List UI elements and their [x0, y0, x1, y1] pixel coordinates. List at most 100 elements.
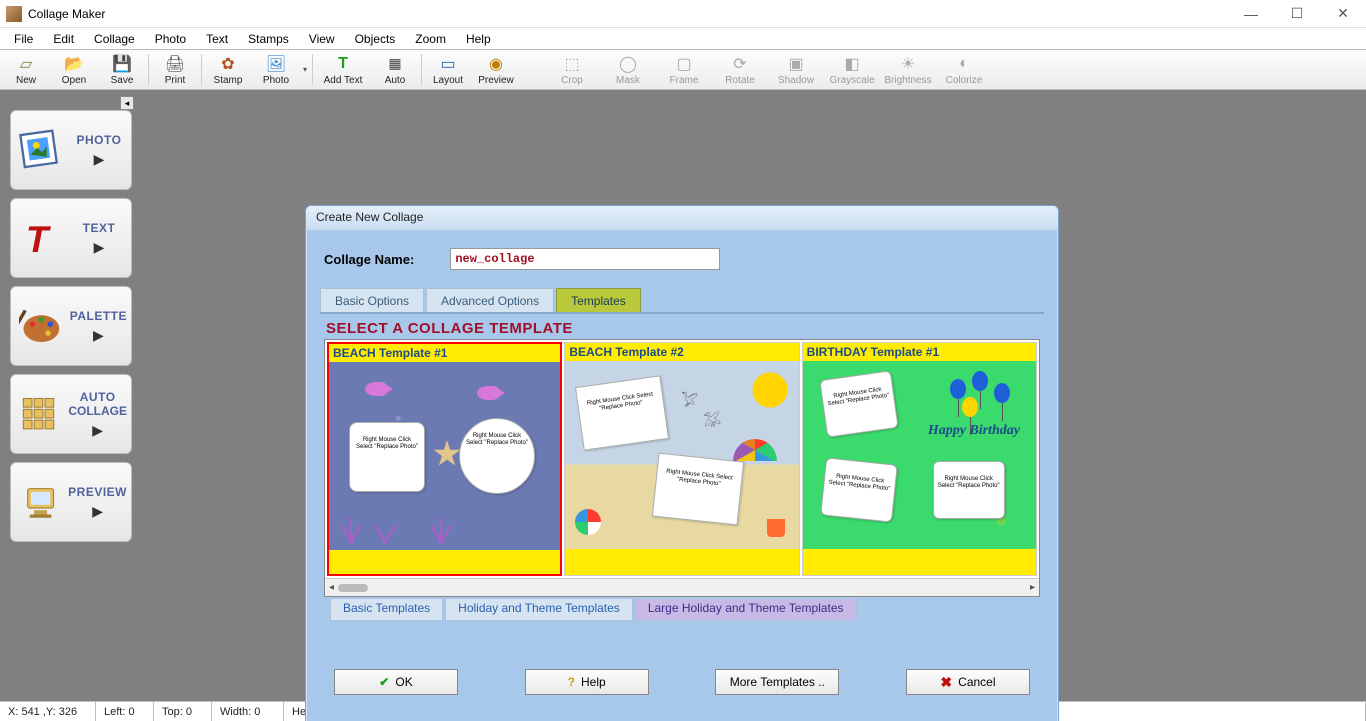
tb-crop: ⬚Crop — [544, 50, 600, 89]
app-icon — [6, 6, 22, 22]
menu-objects[interactable]: Objects — [345, 30, 406, 48]
save-icon: 💾 — [112, 54, 132, 74]
tb-rotate: ⟳Rotate — [712, 50, 768, 89]
template-birthday-1[interactable]: BIRTHDAY Template #1 Right Mouse Click S… — [802, 342, 1037, 576]
menu-file[interactable]: File — [4, 30, 43, 48]
arrow-icon: ▶ — [93, 327, 104, 344]
menu-stamps[interactable]: Stamps — [238, 30, 299, 48]
layout-icon: ▭ — [438, 54, 458, 74]
template-scrollbar[interactable]: ◂ ▸ — [325, 578, 1039, 596]
tb-stamp[interactable]: ✿Stamp — [204, 50, 252, 89]
template-beach-1[interactable]: BEACH Template #1 Right Mouse Click Sele… — [327, 342, 562, 576]
menu-text[interactable]: Text — [196, 30, 238, 48]
btab-large-holiday[interactable]: Large Holiday and Theme Templates — [635, 599, 857, 621]
section-title: SELECT A COLLAGE TEMPLATE — [326, 320, 1044, 337]
fish-icon — [365, 382, 387, 396]
close-button[interactable]: ✕ — [1320, 0, 1366, 28]
balloon-icon — [950, 379, 966, 399]
menubar: File Edit Collage Photo Text Stamps View… — [0, 28, 1366, 50]
tab-templates[interactable]: Templates — [556, 288, 641, 312]
scroll-right-icon[interactable]: ▸ — [1030, 582, 1035, 593]
frame-icon: ▢ — [674, 54, 694, 74]
photo-placeholder: Right Mouse Click Select "Replace Photo" — [652, 453, 744, 526]
menu-zoom[interactable]: Zoom — [405, 30, 456, 48]
tb-shadow: ▣Shadow — [768, 50, 824, 89]
open-icon: 📂 — [64, 54, 84, 74]
maximize-button[interactable]: ☐ — [1274, 0, 1320, 28]
workspace: ◂ PHOTO▶ T TEXT▶ PALETTE▶ — [0, 90, 1366, 701]
app-title: Collage Maker — [28, 7, 105, 21]
tb-preview[interactable]: ◉Preview — [472, 50, 520, 89]
photo-dropdown[interactable]: ▾ — [300, 50, 310, 89]
tb-open[interactable]: 📂Open — [50, 50, 98, 89]
beachball-icon — [575, 509, 601, 535]
template-beach-2[interactable]: BEACH Template #2 Right Mouse Click Sele… — [564, 342, 799, 576]
stamp-icon: ✿ — [218, 54, 238, 74]
balloon-icon — [994, 383, 1010, 403]
dialog-tabs: Basic Options Advanced Options Templates — [320, 288, 1044, 312]
tb-photo[interactable]: 🖼Photo — [252, 50, 300, 89]
tb-print[interactable]: 🖨Print — [151, 50, 199, 89]
rotate-icon: ⟳ — [730, 54, 750, 74]
bird-icon: 𓅮 — [703, 407, 721, 431]
bucket-icon — [767, 519, 785, 537]
photo-placeholder: Right Mouse Click Select "Replace Photo" — [820, 457, 898, 522]
sb-left: Left: 0 — [96, 702, 154, 721]
starfish-icon — [433, 440, 461, 468]
balloon-icon — [972, 371, 988, 391]
tab-advanced-options[interactable]: Advanced Options — [426, 288, 554, 312]
tb-grayscale: ◧Grayscale — [824, 50, 880, 89]
more-templates-button[interactable]: More Templates .. — [715, 669, 839, 695]
tb-save[interactable]: 💾Save — [98, 50, 146, 89]
tb-layout[interactable]: ▭Layout — [424, 50, 472, 89]
menu-view[interactable]: View — [299, 30, 345, 48]
grayscale-icon: ◧ — [842, 54, 862, 74]
text-panel-icon: T — [19, 215, 65, 261]
sidebar-palette[interactable]: PALETTE▶ — [10, 286, 132, 366]
cancel-button[interactable]: ✖Cancel — [906, 669, 1030, 695]
tb-colorize: ◐Colorize — [936, 50, 992, 89]
shadow-icon: ▣ — [786, 54, 806, 74]
sidebar-photo[interactable]: PHOTO▶ — [10, 110, 132, 190]
scroll-left-icon[interactable]: ◂ — [329, 582, 334, 593]
minimize-button[interactable]: — — [1228, 0, 1274, 28]
cancel-icon: ✖ — [940, 674, 952, 691]
photo-placeholder: Right Mouse Click Select "Replace Photo" — [933, 461, 1005, 519]
sun-icon — [755, 375, 785, 405]
umbrella-icon — [733, 439, 777, 461]
menu-edit[interactable]: Edit — [43, 30, 84, 48]
crop-icon: ⬚ — [562, 54, 582, 74]
toolbar: ▱New 📂Open 💾Save 🖨Print ✿Stamp 🖼Photo ▾ … — [0, 50, 1366, 90]
auto-icon: ▦ — [385, 54, 405, 74]
help-button[interactable]: ?Help — [525, 669, 649, 695]
coral-icon — [339, 516, 363, 544]
collage-name-input[interactable] — [450, 248, 720, 270]
sidebar-preview[interactable]: PREVIEW▶ — [10, 462, 132, 542]
tb-auto[interactable]: ▦Auto — [371, 50, 419, 89]
autocollage-panel-icon — [19, 391, 62, 437]
photo-icon: 🖼 — [266, 54, 286, 74]
menu-photo[interactable]: Photo — [145, 30, 196, 48]
tab-basic-options[interactable]: Basic Options — [320, 288, 424, 312]
tb-new[interactable]: ▱New — [2, 50, 50, 89]
btab-holiday[interactable]: Holiday and Theme Templates — [445, 599, 633, 621]
menu-help[interactable]: Help — [456, 30, 501, 48]
sidebar-collapse[interactable]: ◂ — [120, 96, 134, 110]
dialog-title: Create New Collage — [306, 206, 1058, 230]
ok-button[interactable]: ✔OK — [334, 669, 458, 695]
template-category-tabs: Basic Templates Holiday and Theme Templa… — [330, 599, 1044, 621]
btab-basic[interactable]: Basic Templates — [330, 599, 443, 621]
menu-collage[interactable]: Collage — [84, 30, 145, 48]
coral-icon — [429, 516, 453, 544]
sidebar-autocollage[interactable]: AUTOCOLLAGE▶ — [10, 374, 132, 454]
colorize-icon: ◐ — [954, 54, 974, 74]
create-collage-dialog: Create New Collage Collage Name: Basic O… — [305, 205, 1059, 721]
check-icon: ✔ — [379, 675, 389, 689]
photo-panel-icon — [19, 127, 65, 173]
sidebar-text[interactable]: T TEXT▶ — [10, 198, 132, 278]
fish-icon — [477, 386, 499, 400]
tb-addtext[interactable]: TAdd Text — [315, 50, 371, 89]
scroll-thumb[interactable] — [338, 584, 368, 592]
new-icon: ▱ — [16, 54, 36, 74]
arrow-icon: ▶ — [94, 239, 105, 256]
